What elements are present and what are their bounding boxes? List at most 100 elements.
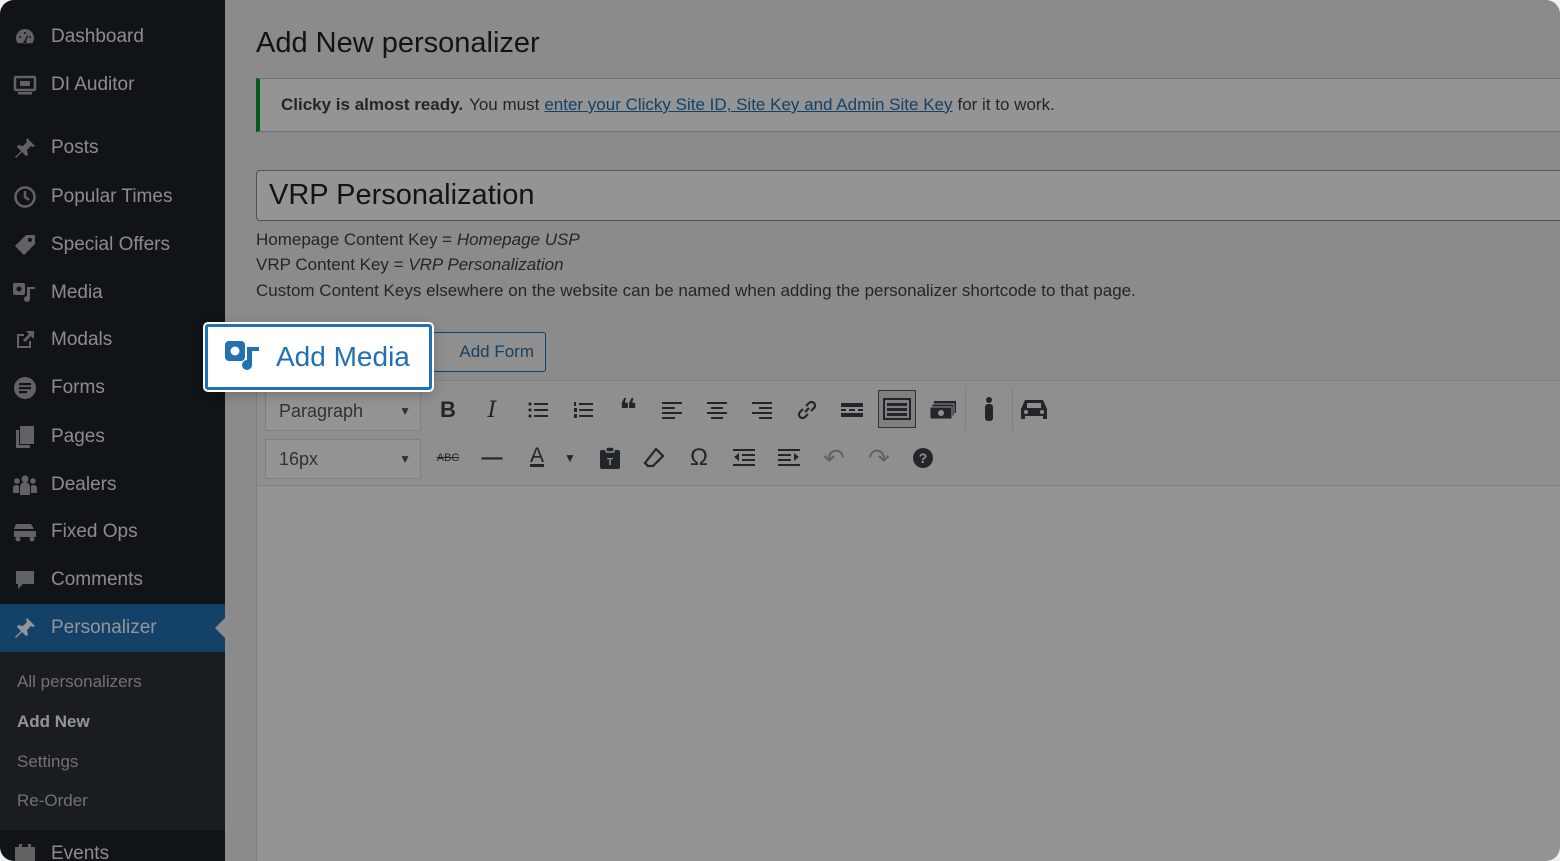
help-value: Homepage USP [456, 230, 580, 249]
sidebar-item-dealers[interactable]: Dealers [0, 463, 225, 507]
help-line-vrp-key: VRP Content Key = VRP Personalization [256, 255, 564, 275]
submenu-item-settings[interactable]: Settings [17, 752, 78, 772]
sidebar-item-media[interactable]: Media [0, 271, 225, 315]
sidebar-item-label: Events [51, 843, 110, 861]
clicky-notice: Clicky is almost ready. You must enter y… [256, 78, 1560, 132]
help-label: Custom Content Keys elsewhere on the web… [256, 281, 1136, 300]
redo-button[interactable]: ↷ [863, 442, 895, 474]
add-form-label: Add Form [459, 342, 534, 361]
bullet-list-button[interactable] [522, 394, 554, 426]
sidebar-item-label: Fixed Ops [51, 521, 138, 542]
tag-icon [12, 232, 38, 258]
sidebar-item-personalizer[interactable]: Personalizer [0, 604, 225, 652]
align-left-icon [662, 402, 682, 419]
clock-icon [12, 184, 38, 210]
outdent-button[interactable] [728, 442, 760, 474]
undo-button[interactable]: ↶ [818, 442, 850, 474]
format-select[interactable]: Paragraph ▼ [265, 391, 421, 431]
dashboard-icon [12, 24, 38, 50]
keyboard-shortcuts-button[interactable]: ? [907, 442, 939, 474]
notice-settings-link[interactable]: enter your Clicky Site ID, Site Key and … [544, 95, 952, 115]
content-editor[interactable]: Paragraph ▼ B I ❝ 16px ▼ ABC — A ▼ T Ω ↶… [256, 380, 1560, 861]
page-title: Add New personalizer [256, 27, 540, 59]
add-form-button[interactable]: Add Form [422, 332, 546, 372]
help-value: VRP Personalization [408, 255, 564, 274]
sidebar-item-di-auditor[interactable]: DI Auditor [0, 63, 225, 107]
align-right-button[interactable] [746, 394, 778, 426]
sidebar-item-label: Modals [51, 329, 113, 350]
clear-formatting-button[interactable] [638, 442, 670, 474]
chevron-down-icon: ▼ [399, 452, 411, 466]
clipboard-icon: T [600, 446, 620, 469]
media-icon [12, 280, 38, 306]
insert-link-button[interactable] [791, 394, 823, 426]
media-icon [224, 339, 262, 375]
blockquote-button[interactable]: ❝ [612, 394, 644, 427]
read-more-button[interactable] [836, 394, 868, 426]
keyboard-icon [883, 398, 911, 420]
submenu-item-re-order[interactable]: Re-Order [17, 791, 88, 811]
notice-text-after: for it to work. [957, 95, 1055, 114]
special-character-button[interactable]: Ω [683, 442, 715, 474]
sidebar-item-dashboard[interactable]: Dashboard [0, 15, 225, 59]
submenu-item-all-personalizers[interactable]: All personalizers [17, 672, 142, 692]
help-label: Homepage Content Key = [256, 230, 457, 249]
toolbar-toggle-button[interactable] [878, 390, 916, 428]
sidebar-item-pages[interactable]: Pages [0, 415, 225, 459]
sidebar-item-label: Pages [51, 426, 105, 447]
notice-strong: Clicky is almost ready. [281, 95, 464, 114]
pin-icon [12, 135, 38, 161]
bold-button[interactable]: B [432, 394, 464, 426]
person-icon [985, 397, 993, 421]
indent-icon [778, 449, 800, 466]
car-icon [1021, 400, 1047, 419]
forms-icon [12, 375, 38, 401]
sidebar-item-special-offers[interactable]: Special Offers [0, 223, 225, 267]
numbered-list-button[interactable] [567, 394, 599, 426]
sidebar-item-popular-times[interactable]: Popular Times [0, 175, 225, 219]
outdent-icon [733, 449, 755, 466]
read-more-icon [841, 403, 863, 417]
sidebar-item-modals[interactable]: Modals [0, 318, 225, 362]
sidebar-item-comments[interactable]: Comments [0, 558, 225, 602]
sidebar-item-label: DI Auditor [51, 74, 135, 95]
insert-money-button[interactable] [927, 394, 959, 426]
align-left-button[interactable] [656, 394, 688, 426]
notice-text-before: You must [469, 95, 540, 114]
align-center-button[interactable] [701, 394, 733, 426]
chevron-down-icon: ▼ [399, 404, 411, 418]
svg-text:T: T [607, 457, 613, 468]
sidebar-item-label: Comments [51, 569, 143, 590]
font-size-select[interactable]: 16px ▼ [265, 439, 421, 479]
sidebar-item-label: Dealers [51, 474, 117, 495]
align-right-icon [752, 402, 772, 419]
comment-icon [12, 567, 38, 593]
add-media-label: Add Media [276, 341, 410, 372]
sidebar-item-fixed-ops[interactable]: Fixed Ops [0, 510, 225, 554]
sidebar-item-posts[interactable]: Posts [0, 126, 225, 170]
help-glyph: ? [919, 450, 928, 466]
text-color-button[interactable]: A [521, 440, 553, 472]
numbered-list-icon [574, 402, 593, 418]
chevron-down-icon[interactable]: ▼ [554, 442, 586, 474]
add-media-button[interactable]: Add Media [205, 324, 432, 390]
post-title-input[interactable]: VRP Personalization [256, 170, 1560, 221]
sidebar-item-forms[interactable]: Forms [0, 366, 225, 410]
insert-vehicle-button[interactable] [1018, 394, 1050, 426]
italic-button[interactable]: I [476, 394, 508, 426]
groups-icon [12, 472, 38, 498]
indent-button[interactable] [773, 442, 805, 474]
bullet-list-icon [528, 402, 548, 418]
strikethrough-button[interactable]: ABC [432, 442, 464, 474]
sidebar-item-label: Personalizer [51, 617, 157, 638]
paste-text-button[interactable]: T [594, 442, 626, 474]
help-icon: ? [913, 448, 933, 468]
sidebar-item-events[interactable]: Events [0, 832, 225, 861]
link-icon [797, 400, 817, 420]
monitor-icon [12, 72, 38, 98]
horizontal-line-button[interactable]: — [476, 442, 508, 474]
insert-person-button[interactable] [973, 394, 1005, 426]
align-center-icon [707, 402, 727, 419]
submenu-item-add-new[interactable]: Add New [17, 712, 90, 732]
pages-icon [12, 424, 38, 450]
